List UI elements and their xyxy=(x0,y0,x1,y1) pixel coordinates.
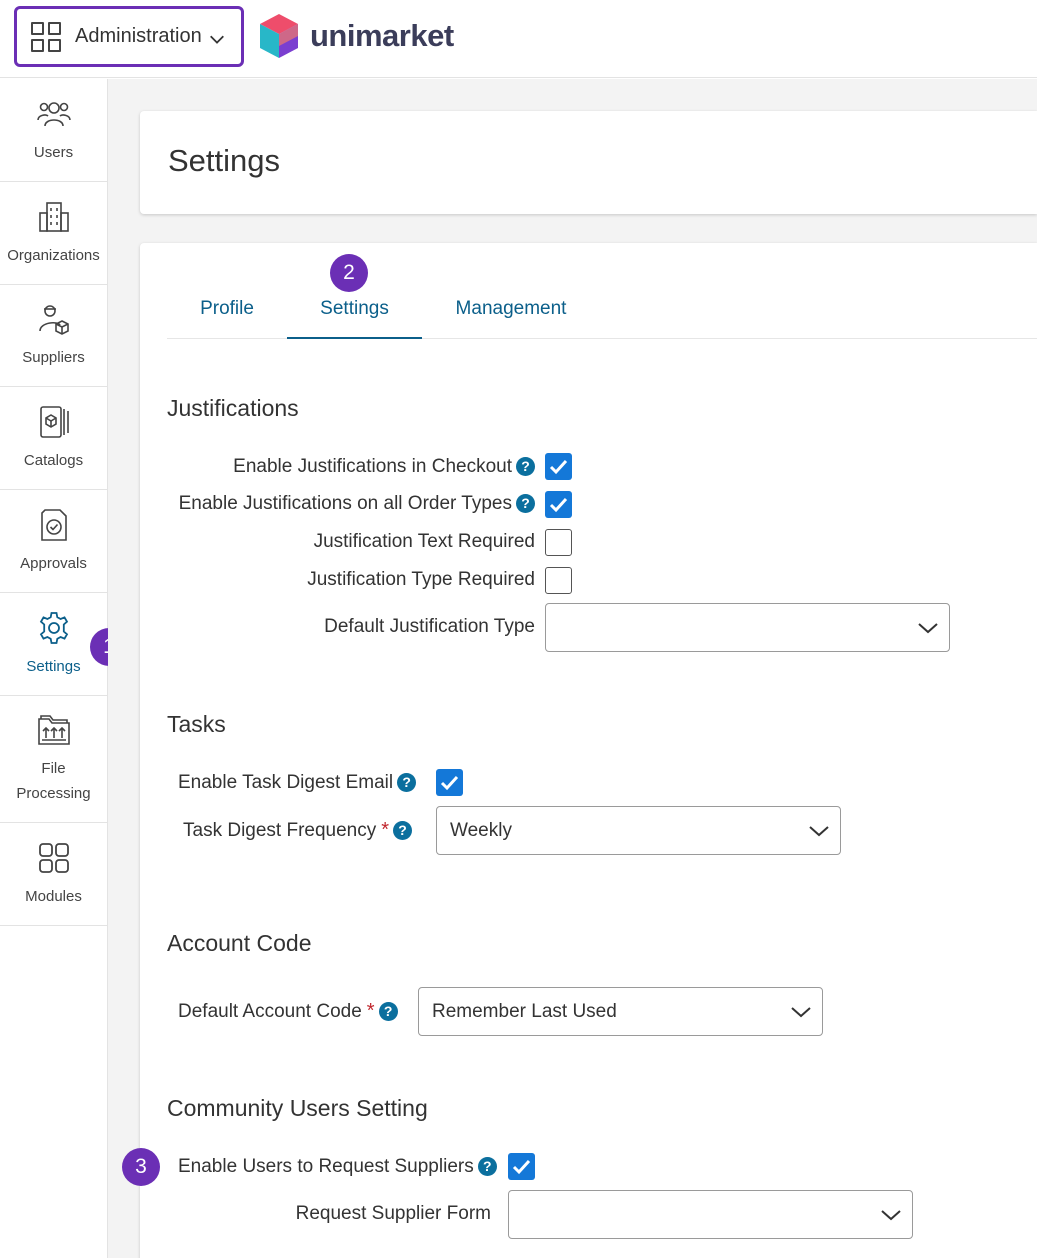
enable-justifications-checkout-checkbox[interactable] xyxy=(545,453,572,480)
justification-text-required-label: Justification Text Required xyxy=(313,531,535,552)
step-badge-2: 2 xyxy=(330,254,368,292)
default-account-code-label: Default Account Code *? xyxy=(178,1000,398,1023)
checkmark-icon xyxy=(440,775,459,791)
sidebar-item-label-line1: File xyxy=(41,760,66,777)
tab-bar: Profile Settings Management xyxy=(167,243,1037,339)
app-switcher-button[interactable]: Administration xyxy=(14,6,244,67)
required-marker: * xyxy=(381,819,390,841)
task-digest-frequency-select[interactable]: Weekly xyxy=(436,806,841,855)
sidebar-item-label: Users xyxy=(33,143,74,161)
select-value: Weekly xyxy=(450,820,512,841)
sidebar-item-catalogs[interactable]: Catalogs xyxy=(0,387,107,490)
sidebar-item-organizations[interactable]: Organizations xyxy=(0,182,107,285)
unimarket-logo-icon xyxy=(260,14,298,58)
checkmark-icon xyxy=(549,459,568,475)
app-switcher-label: Administration xyxy=(75,25,202,47)
enable-justifications-all-orders-label: Enable Justifications on all Order Types… xyxy=(179,493,535,515)
catalog-icon xyxy=(39,405,69,438)
select-value: Remember Last Used xyxy=(432,1001,617,1022)
help-icon[interactable]: ? xyxy=(516,457,535,476)
enable-justifications-checkout-label: Enable Justifications in Checkout? xyxy=(233,456,535,478)
required-marker: * xyxy=(366,1000,375,1022)
sidebar-item-file-processing[interactable]: File Processing xyxy=(0,696,107,823)
chevron-down-icon xyxy=(791,1007,811,1018)
tasks-title: Tasks xyxy=(167,711,226,737)
label-text: Default Account Code xyxy=(178,1001,362,1022)
sidebar-item-label: Approvals xyxy=(20,554,87,572)
logo-text: unimarket xyxy=(310,18,454,53)
tab-label: Profile xyxy=(200,298,254,319)
task-digest-frequency-label: Task Digest Frequency *? xyxy=(183,819,413,842)
community-users-title: Community Users Setting xyxy=(167,1095,428,1121)
justification-text-required-checkbox[interactable] xyxy=(545,529,572,556)
checkmark-icon xyxy=(549,497,568,513)
sidebar-item-label: Catalogs xyxy=(23,451,84,469)
help-icon[interactable]: ? xyxy=(393,821,413,840)
sidebar: Users Organizations Suppliers Catalogs A… xyxy=(0,79,108,1258)
request-supplier-form-select[interactable] xyxy=(508,1190,913,1239)
file-processing-icon xyxy=(37,715,70,745)
help-icon[interactable]: ? xyxy=(378,1002,398,1021)
task-digest-email-checkbox[interactable] xyxy=(436,769,463,796)
default-account-code-select[interactable]: Remember Last Used xyxy=(418,987,823,1036)
gear-icon xyxy=(39,611,68,644)
sidebar-item-modules[interactable]: Modules xyxy=(0,823,107,926)
chevron-down-icon xyxy=(881,1210,901,1221)
chevron-down-icon xyxy=(918,623,938,634)
justifications-title: Justifications xyxy=(167,395,299,421)
chevron-down-icon xyxy=(209,35,224,44)
help-icon[interactable]: ? xyxy=(516,494,535,513)
task-digest-email-label: Enable Task Digest Email? xyxy=(178,772,417,794)
sidebar-item-label: Organizations xyxy=(7,246,100,264)
sidebar-item-label-line2: Processing xyxy=(16,785,91,802)
enable-justifications-all-orders-checkbox[interactable] xyxy=(545,491,572,518)
supplier-icon xyxy=(38,305,69,335)
help-icon[interactable]: ? xyxy=(397,773,417,792)
sidebar-item-label: Suppliers xyxy=(22,349,85,366)
help-icon[interactable]: ? xyxy=(477,1157,497,1176)
main-content: Settings Profile Settings Management 2 J… xyxy=(108,79,1037,1258)
tab-profile[interactable]: Profile xyxy=(167,298,287,339)
justification-type-required-label: Justification Type Required xyxy=(307,569,535,590)
checkmark-icon xyxy=(512,1159,531,1175)
sidebar-item-approvals[interactable]: Approvals xyxy=(0,490,107,593)
sidebar-item-label: Settings xyxy=(26,657,81,675)
page-title-card: Settings xyxy=(140,111,1037,214)
sidebar-item-suppliers[interactable]: Suppliers xyxy=(0,285,107,387)
tab-settings[interactable]: Settings xyxy=(287,298,422,339)
default-justification-type-label: Default Justification Type xyxy=(324,616,535,637)
justification-type-required-checkbox[interactable] xyxy=(545,567,572,594)
chevron-down-icon xyxy=(809,826,829,837)
unimarket-logo[interactable]: unimarket xyxy=(258,12,454,60)
request-suppliers-label: Enable Users to Request Suppliers? xyxy=(178,1156,497,1178)
request-suppliers-checkbox[interactable] xyxy=(508,1153,535,1180)
building-icon xyxy=(38,201,69,232)
page-title: Settings xyxy=(168,143,281,178)
sidebar-item-label: Modules xyxy=(25,887,82,905)
settings-card: Profile Settings Management 2 Justificat… xyxy=(140,243,1037,1258)
label-text: Enable Users to Request Suppliers xyxy=(178,1156,474,1177)
label-text: Enable Justifications in Checkout xyxy=(233,456,512,477)
label-text: Enable Justifications on all Order Types xyxy=(178,493,512,514)
label-text: Task Digest Frequency xyxy=(183,820,377,841)
step-badge-3: 3 xyxy=(122,1148,160,1186)
modules-icon xyxy=(38,842,69,873)
tab-management[interactable]: Management xyxy=(437,298,585,339)
tab-label: Management xyxy=(455,298,567,319)
top-bar: Administration unimarket xyxy=(0,0,1037,78)
approval-icon xyxy=(40,508,67,541)
app-grid-icon xyxy=(31,21,61,52)
users-icon xyxy=(36,101,71,126)
tab-label: Settings xyxy=(320,298,389,319)
request-supplier-form-label: Request Supplier Form xyxy=(295,1203,491,1224)
default-justification-type-select[interactable] xyxy=(545,603,950,652)
sidebar-item-users[interactable]: Users xyxy=(0,79,107,182)
account-code-title: Account Code xyxy=(167,930,312,956)
label-text: Enable Task Digest Email xyxy=(178,772,394,793)
